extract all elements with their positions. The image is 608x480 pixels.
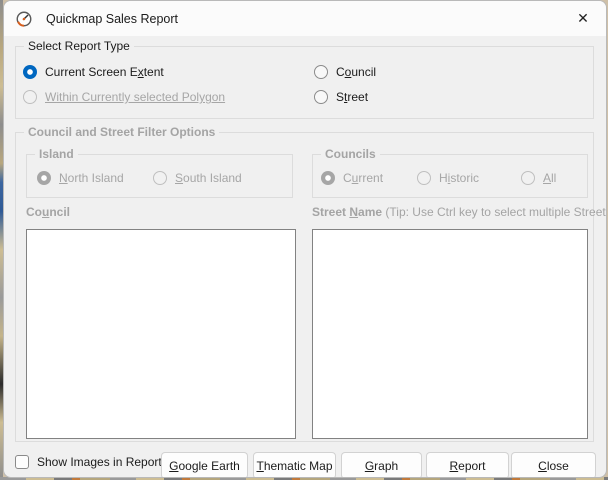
thematic-map-button-label: Thematic Map [256,459,332,473]
thematic-map-button[interactable]: Thematic Map [253,452,336,478]
radio-selected-icon [23,65,37,79]
report-button[interactable]: Report [426,452,509,478]
radio-current-screen-extent[interactable]: Current Screen Extent [23,64,164,80]
filter-options-group-label: Council and Street Filter Options [24,124,219,140]
street-name-list-label: Street Name (Tip: Use Ctrl key to select… [312,205,607,219]
report-type-group-label: Select Report Type [24,38,134,54]
council-list-label-text: Council [26,205,70,219]
radio-councils-all: All [521,170,556,186]
graph-button-label: Graph [365,459,398,473]
close-action-button[interactable]: Close [511,452,596,478]
radio-selected-icon [37,171,51,185]
council-list-label: Council [26,205,70,219]
radio-unselected-icon [314,65,328,79]
radio-within-selected-polygon: Within Currently selected Polygon [23,89,225,105]
filter-options-group: Council and Street Filter Options Island… [15,132,594,442]
radio-label: Current [343,171,383,185]
radio-label: North Island [59,171,124,185]
close-button[interactable]: ✕ [560,1,606,36]
radio-label: Street [336,90,368,104]
report-type-group: Select Report Type Current Screen Extent… [15,46,594,119]
councils-group-label: Councils [321,146,380,162]
radio-council[interactable]: Council [314,64,376,80]
window-title: Quickmap Sales Report [46,12,178,26]
councils-group: Councils Current Historic All [312,154,588,198]
google-earth-button[interactable]: Google Earth [161,452,248,478]
quickmap-sales-report-dialog: Quickmap Sales Report ✕ Select Report Ty… [3,0,607,478]
report-button-label: Report [449,459,485,473]
council-listbox [26,229,296,439]
close-icon: ✕ [577,10,589,27]
island-group-label: Island [35,146,78,162]
radio-councils-current: Current [321,170,383,186]
title-bar: Quickmap Sales Report ✕ [4,1,606,36]
show-images-checkbox-row[interactable]: Show Images in Reports [15,455,168,469]
radio-label: Current Screen Extent [45,65,164,79]
radio-south-island: South Island [153,170,242,186]
radio-label: Within Currently selected Polygon [45,90,225,104]
street-name-listbox [312,229,588,439]
radio-unselected-icon [314,90,328,104]
street-name-tip: (Tip: Use Ctrl key to select multiple St… [385,205,607,219]
radio-unselected-icon [23,90,37,104]
radio-label: Historic [439,171,479,185]
radio-north-island: North Island [37,170,124,186]
show-images-checkbox-label: Show Images in Reports [37,455,168,469]
radio-unselected-icon [521,171,535,185]
quickmap-logo-icon [15,10,33,28]
radio-councils-historic: Historic [417,170,479,186]
radio-label: All [543,171,556,185]
radio-unselected-icon [153,171,167,185]
radio-street[interactable]: Street [314,89,368,105]
radio-unselected-icon [417,171,431,185]
radio-label: South Island [175,171,242,185]
island-group: Island North Island South Island [26,154,293,198]
radio-label: Council [336,65,376,79]
graph-button[interactable]: Graph [341,452,422,478]
radio-selected-icon [321,171,335,185]
google-earth-button-label: Google Earth [169,459,240,473]
checkbox-unchecked-icon[interactable] [15,455,29,469]
street-name-list-label-text: Street Name [312,205,382,219]
close-action-button-label: Close [538,459,569,473]
